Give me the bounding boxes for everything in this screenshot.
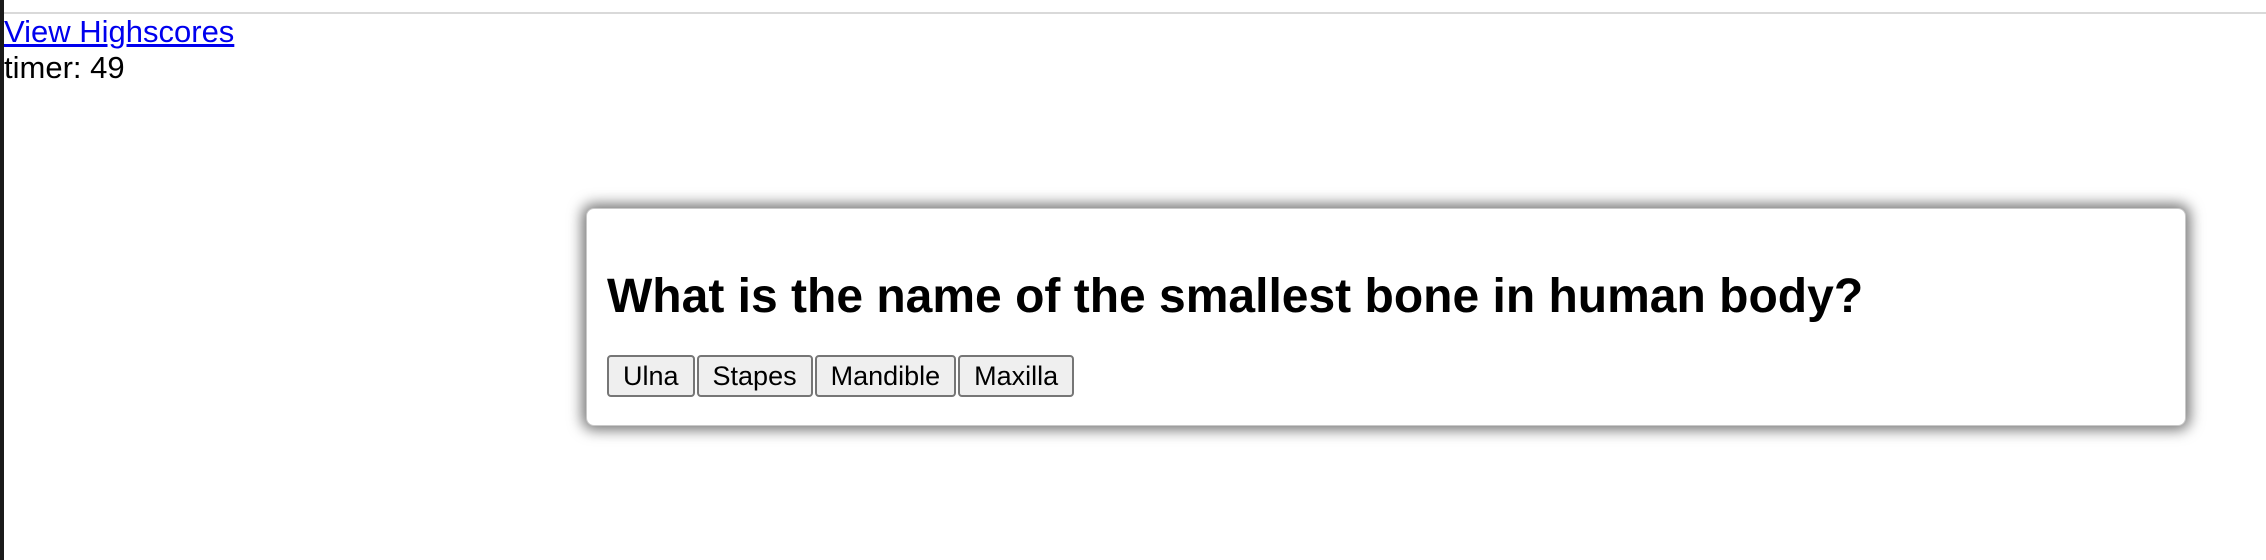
answer-button-maxilla[interactable]: Maxilla [958,355,1075,397]
page-header: View Highscores timer: 49 [4,14,234,86]
answer-button-mandible[interactable]: Mandible [814,355,957,397]
top-divider [4,12,2266,14]
question-text: What is the name of the smallest bone in… [607,270,1864,323]
timer-display: timer: 49 [4,50,125,85]
answer-button-stapes[interactable]: Stapes [696,355,813,397]
view-highscores-link[interactable]: View Highscores [4,14,234,50]
quiz-card: What is the name of the smallest bone in… [586,208,2186,426]
answer-button-ulna[interactable]: Ulna [607,355,695,397]
answer-options: Ulna Stapes Mandible Maxilla [607,355,2165,397]
